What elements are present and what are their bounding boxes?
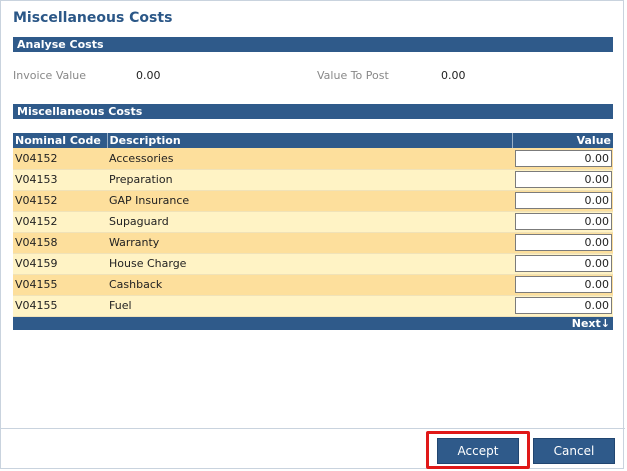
description-cell: Warranty — [107, 232, 512, 254]
description-cell: Fuel — [107, 295, 512, 317]
analyse-costs-header: Analyse Costs — [13, 37, 613, 52]
description-cell: Supaguard — [107, 211, 512, 233]
column-header-value[interactable]: Value — [512, 133, 613, 148]
value-to-post-label: Value To Post — [317, 69, 389, 82]
description-cell: Accessories — [107, 148, 512, 170]
misc-costs-dialog: Miscellaneous Costs Analyse Costs Invoic… — [0, 0, 625, 469]
accept-highlight-box — [426, 431, 530, 469]
description-cell: Cashback — [107, 274, 512, 296]
nominal-code-cell: V04155 — [13, 295, 107, 317]
nominal-code-cell: V04155 — [13, 274, 107, 296]
value-input[interactable]: 0.00 — [515, 149, 612, 167]
nominal-code-cell: V04159 — [13, 253, 107, 275]
value-input[interactable]: 0.00 — [515, 171, 612, 188]
value-input[interactable]: 0.00 — [515, 255, 612, 272]
next-link[interactable]: Next↓ — [572, 317, 610, 330]
table-row: V04155 Fuel 0.00 — [13, 295, 613, 317]
nominal-code-cell: V04153 — [13, 169, 107, 191]
column-header-description[interactable]: Description — [107, 133, 513, 148]
arrow-down-icon: ↓ — [600, 316, 610, 330]
description-cell: Preparation — [107, 169, 512, 191]
nominal-code-cell: V04152 — [13, 190, 107, 212]
dialog-title: Miscellaneous Costs — [13, 10, 173, 26]
description-cell: House Charge — [107, 253, 512, 275]
table-row: V04155 Cashback 0.00 — [13, 274, 613, 296]
nominal-code-cell: V04158 — [13, 232, 107, 254]
invoice-value-label: Invoice Value — [13, 69, 87, 82]
column-header-nominal-code[interactable]: Nominal Code — [13, 133, 108, 148]
value-input[interactable]: 0.00 — [515, 276, 612, 293]
nominal-code-cell: V04152 — [13, 211, 107, 233]
footer-divider — [1, 428, 625, 429]
table-row: V04152 Accessories 0.00 — [13, 148, 613, 170]
misc-costs-table: Nominal Code Description Value V04152 Ac… — [13, 133, 613, 330]
value-input[interactable]: 0.00 — [515, 297, 612, 314]
description-cell: GAP Insurance — [107, 190, 512, 212]
table-row: V04152 GAP Insurance 0.00 — [13, 190, 613, 212]
next-label: Next — [571, 316, 601, 330]
value-input[interactable]: 0.00 — [515, 192, 612, 209]
table-row: V04158 Warranty 0.00 — [13, 232, 613, 254]
cancel-button[interactable]: Cancel — [533, 438, 615, 464]
value-input[interactable]: 0.00 — [515, 234, 612, 251]
value-input[interactable]: 0.00 — [515, 213, 612, 230]
value-to-post: 0.00 — [441, 69, 466, 82]
misc-costs-header: Miscellaneous Costs — [13, 104, 613, 119]
table-row: V04159 House Charge 0.00 — [13, 253, 613, 275]
table-row: V04152 Supaguard 0.00 — [13, 211, 613, 233]
nominal-code-cell: V04152 — [13, 148, 107, 170]
invoice-value: 0.00 — [136, 69, 161, 82]
table-row: V04153 Preparation 0.00 — [13, 169, 613, 191]
